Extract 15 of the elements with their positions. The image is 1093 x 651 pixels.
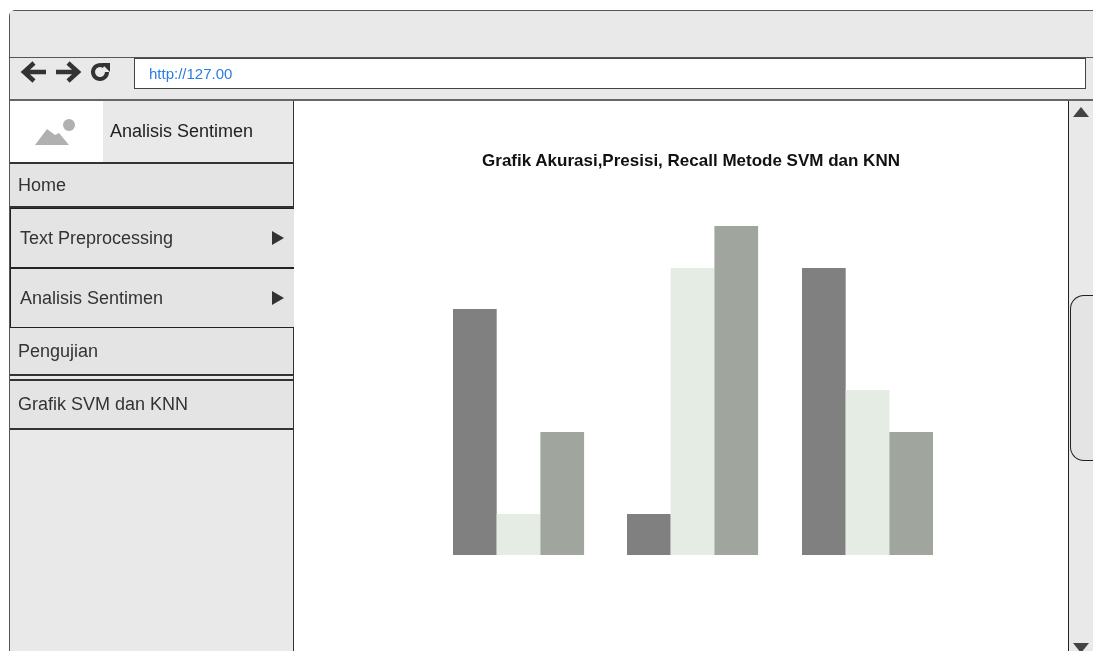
menu-item[interactable]: Grafik SVM dan KNN [10, 379, 293, 430]
menu-item[interactable]: Text Preprocessing [10, 208, 295, 268]
reload-icon[interactable] [88, 60, 112, 84]
forward-arrow-icon[interactable] [54, 60, 82, 84]
submenu-arrow-icon [272, 291, 284, 305]
menu-item[interactable]: Home [10, 164, 293, 208]
chart-title: Grafik Akurasi,Presisi, Recall Metode SVM dan KNN [482, 151, 900, 171]
back-arrow-icon[interactable] [20, 60, 48, 84]
menu-item[interactable]: Pengujian [10, 328, 293, 376]
scroll-thumb[interactable] [1070, 295, 1093, 461]
scrollbar[interactable] [1068, 101, 1093, 651]
submenu-arrow-icon [272, 231, 284, 245]
menu-item[interactable]: Analisis Sentimen [10, 268, 295, 328]
app-title: Analisis Sentimen [109, 120, 255, 143]
url-field[interactable]: http://127.00 [134, 58, 1086, 89]
